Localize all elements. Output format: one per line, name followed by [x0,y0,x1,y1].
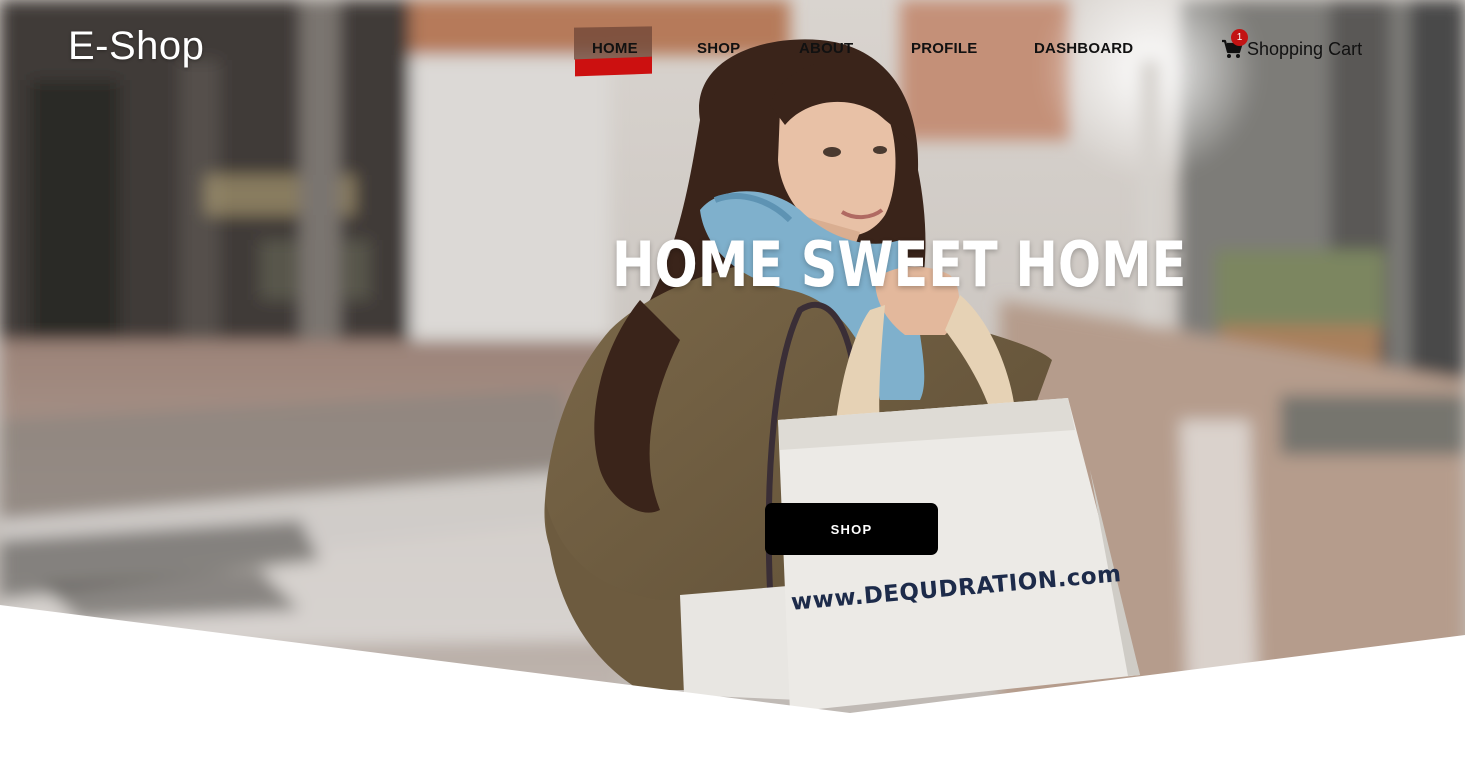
nav-shop[interactable]: SHOP [697,40,740,57]
shopping-cart-link[interactable]: 1 Shopping Cart [1221,29,1363,62]
shopping-cart-label: Shopping Cart [1247,38,1363,59]
main-nav: HOME SHOP ABOUT PROFILE DASHBOARD 1 Shop… [0,0,1465,100]
hero-background-image [0,0,1465,783]
nav-about[interactable]: ABOUT [799,40,853,57]
nav-profile[interactable]: PROFILE [911,40,977,57]
cart-count-badge: 1 [1231,29,1248,46]
shop-button[interactable]: SHOP [765,503,938,555]
nav-home[interactable]: HOME [592,40,638,57]
nav-dashboard[interactable]: DASHBOARD [1034,40,1133,57]
hero-section: www.DEQUDRATION.com [0,0,1465,783]
hero-headline: HOME SWEET HOME [612,228,1187,301]
